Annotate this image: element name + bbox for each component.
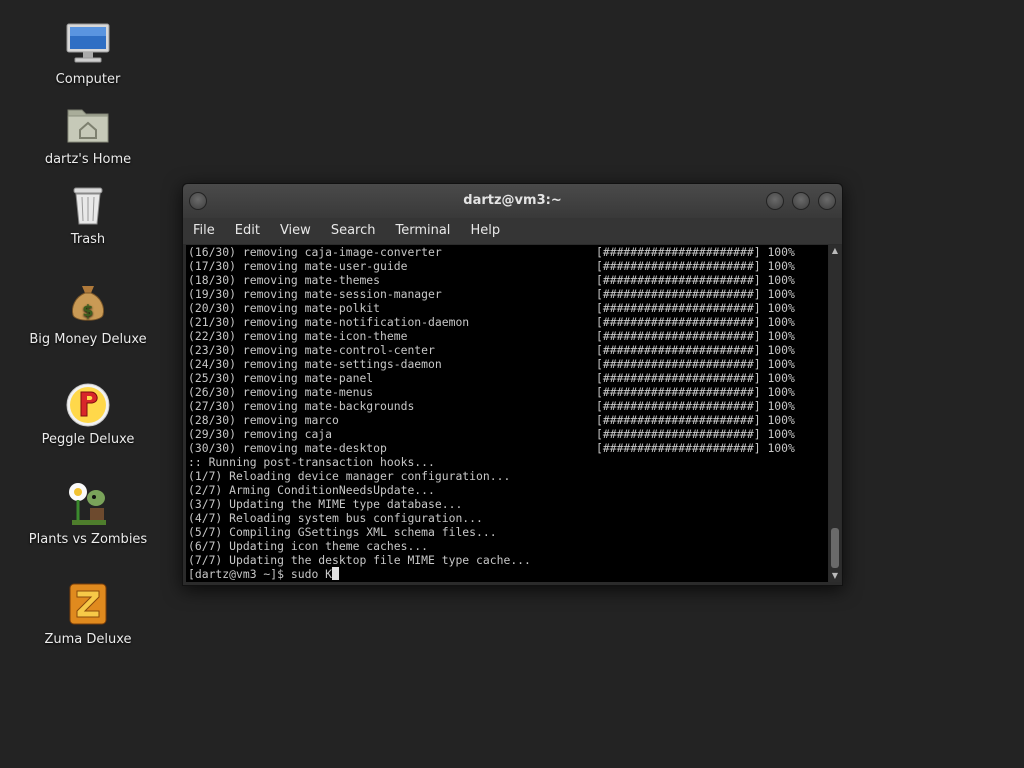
output-line: (17/30) removing mate-user-guide [#######… [188, 259, 795, 273]
desktop-icon-label: Plants vs Zombies [28, 532, 148, 547]
output-line: (7/7) Updating the desktop file MIME typ… [188, 553, 531, 567]
window-titlebar[interactable]: dartz@vm3:~ [183, 184, 842, 218]
desktop-icon-home[interactable]: dartz's Home [23, 100, 153, 167]
output-line: (21/30) removing mate-notification-daemo… [188, 315, 795, 329]
output-line: (6/7) Updating icon theme caches... [188, 539, 429, 553]
output-line: (19/30) removing mate-session-manager [##… [188, 287, 795, 301]
desktop-icon-label: Peggle Deluxe [41, 432, 135, 447]
peggle-icon [64, 380, 112, 428]
output-line: (1/7) Reloading device manager configura… [188, 469, 511, 483]
output-line: (18/30) removing mate-themes [###########… [188, 273, 795, 287]
output-line: (4/7) Reloading system bus configuration… [188, 511, 483, 525]
svg-text:$: $ [82, 301, 93, 320]
terminal-output[interactable]: (16/30) removing caja-image-converter [##… [186, 245, 828, 582]
scroll-down-arrow-icon[interactable]: ▼ [829, 570, 841, 582]
menu-search[interactable]: Search [321, 218, 386, 244]
money-bag-icon: $ [64, 280, 112, 328]
output-line: (2/7) Arming ConditionNeedsUpdate... [188, 483, 435, 497]
desktop-icon-label: Big Money Deluxe [29, 332, 147, 347]
home-folder-icon [64, 100, 112, 148]
output-line: (3/7) Updating the MIME type database... [188, 497, 463, 511]
menu-bar: File Edit View Search Terminal Help [183, 218, 842, 244]
window-menu-button[interactable] [189, 192, 207, 210]
output-line: (20/30) removing mate-polkit [###########… [188, 301, 795, 315]
trash-icon [64, 180, 112, 228]
desktop-icon-computer[interactable]: Computer [23, 20, 153, 87]
text-cursor [332, 567, 340, 580]
output-line: (27/30) removing mate-backgrounds [######… [188, 399, 795, 413]
scroll-up-arrow-icon[interactable]: ▲ [829, 245, 841, 257]
output-line: (5/7) Compiling GSettings XML schema fil… [188, 525, 497, 539]
window-title: dartz@vm3:~ [463, 193, 562, 208]
menu-file[interactable]: File [183, 218, 225, 244]
output-line: (28/30) removing marco [#################… [188, 413, 795, 427]
desktop-icon-label: dartz's Home [44, 152, 132, 167]
maximize-button[interactable] [792, 192, 810, 210]
desktop-icon-zuma[interactable]: Zuma Deluxe [23, 580, 153, 647]
output-line: (24/30) removing mate-settings-daemon [##… [188, 357, 795, 371]
desktop-icon-label: Computer [55, 72, 121, 87]
desktop-icon-trash[interactable]: Trash [23, 180, 153, 247]
output-line: :: Running post-transaction hooks... [188, 455, 435, 469]
output-line: (25/30) removing mate-panel [############… [188, 371, 795, 385]
shell-prompt: [dartz@vm3 ~]$ [188, 567, 291, 581]
desktop-icon-label: Trash [70, 232, 106, 247]
close-button[interactable] [818, 192, 836, 210]
command-input[interactable]: sudo K [291, 567, 332, 581]
desktop-icon-label: Zuma Deluxe [44, 632, 132, 647]
vertical-scrollbar[interactable]: ▲ ▼ [829, 245, 841, 582]
zuma-icon [64, 580, 112, 628]
output-line: (23/30) removing mate-control-center [###… [188, 343, 795, 357]
menu-terminal[interactable]: Terminal [385, 218, 460, 244]
computer-icon [64, 20, 112, 68]
desktop-icon-plants-vs-zombies[interactable]: Plants vs Zombies [23, 480, 153, 547]
output-line: (29/30) removing caja [##################… [188, 427, 795, 441]
menu-view[interactable]: View [270, 218, 321, 244]
menu-help[interactable]: Help [460, 218, 510, 244]
terminal-window[interactable]: dartz@vm3:~ File Edit View Search Terminal He… [182, 183, 843, 586]
minimize-button[interactable] [766, 192, 784, 210]
output-line: (26/30) removing mate-menus [############… [188, 385, 795, 399]
plants-vs-zombies-icon [64, 480, 112, 528]
desktop-icon-peggle[interactable]: Peggle Deluxe [23, 380, 153, 447]
desktop-icon-big-money[interactable]: $ Big Money Deluxe [23, 280, 153, 347]
output-line: (22/30) removing mate-icon-theme [#######… [188, 329, 795, 343]
output-line: (30/30) removing mate-desktop [##########… [188, 441, 795, 455]
scrollbar-thumb[interactable] [831, 528, 839, 568]
command-line[interactable]: [dartz@vm3 ~]$ sudo K [188, 567, 828, 581]
output-line: (16/30) removing caja-image-converter [##… [188, 245, 795, 259]
menu-edit[interactable]: Edit [225, 218, 270, 244]
